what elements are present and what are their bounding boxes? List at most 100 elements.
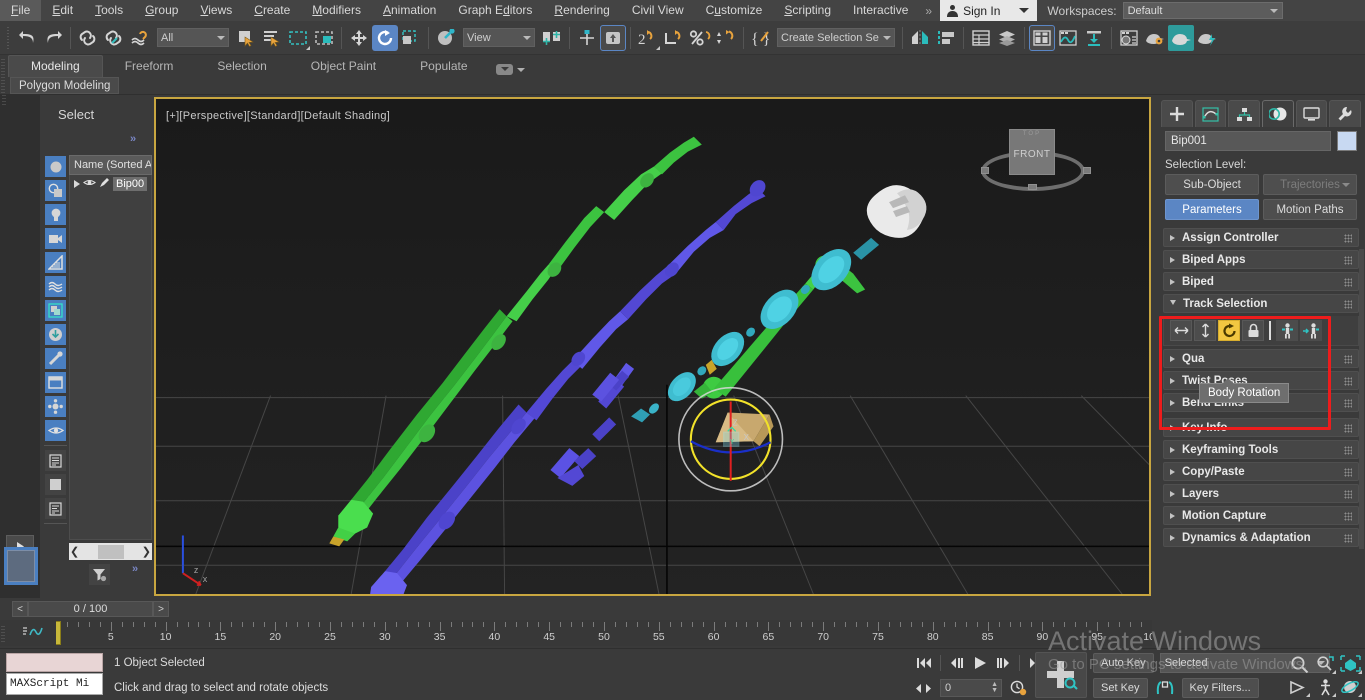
menu-overflow-chevron[interactable]: » — [919, 4, 938, 18]
zoom-icon[interactable] — [1287, 653, 1311, 675]
particles-filter-icon[interactable] — [44, 395, 67, 418]
xrefs-filter-icon[interactable] — [44, 323, 67, 346]
select-and-move-icon[interactable] — [346, 25, 372, 51]
selection-filter-select[interactable]: All — [157, 28, 229, 47]
render-production-icon[interactable] — [1194, 25, 1220, 51]
viewport-label[interactable]: [+][Perspective][Standard][Default Shadi… — [166, 110, 390, 122]
schematic-view-icon[interactable] — [1081, 25, 1107, 51]
rollout-drag-handle[interactable] — [1344, 355, 1352, 364]
perspective-viewport[interactable]: Z X Y z x [+][Perspective][Standard][Def… — [154, 97, 1151, 596]
rollout-drag-handle[interactable] — [1344, 534, 1352, 543]
lock-com-keying-icon[interactable] — [1242, 320, 1264, 341]
render-setup-icon[interactable] — [1142, 25, 1168, 51]
menu-item-modifiers[interactable]: Modifiers — [301, 0, 372, 21]
visibility-filter-icon[interactable] — [44, 419, 67, 442]
rollout-drag-handle[interactable] — [1344, 234, 1352, 243]
align-icon[interactable] — [933, 25, 959, 51]
scroll-left-arrow-icon[interactable]: ❮ — [70, 545, 79, 558]
menu-item-edit[interactable]: Edit — [41, 0, 84, 21]
menu-item-scripting[interactable]: Scripting — [773, 0, 842, 21]
workspace-select[interactable]: Default — [1122, 2, 1283, 19]
set-key-button[interactable]: Set Key — [1093, 678, 1148, 698]
layer-explorer-icon[interactable] — [968, 25, 994, 51]
sign-in-button[interactable]: Sign In — [940, 0, 1038, 21]
snaps-toggle-icon[interactable] — [574, 25, 600, 51]
utilities-tab[interactable] — [1329, 100, 1362, 127]
pan-view-icon[interactable] — [1287, 676, 1311, 698]
select-by-name-icon[interactable] — [259, 25, 285, 51]
menu-item-civil-view[interactable]: Civil View — [621, 0, 695, 21]
zoom-all-icon[interactable] — [1313, 653, 1337, 675]
key-mode-toggle-icon[interactable] — [913, 678, 935, 698]
trajectories-dropdown[interactable]: Trajectories — [1263, 174, 1357, 195]
viewport-layout-swatch[interactable] — [4, 547, 38, 585]
select-and-manipulate-icon[interactable] — [433, 25, 459, 51]
containers-filter-icon[interactable] — [44, 371, 67, 394]
toolbar-grip[interactable] — [6, 24, 11, 51]
ribbon-tab-object-paint[interactable]: Object Paint — [289, 56, 398, 77]
select-object-icon[interactable] — [233, 25, 259, 51]
menu-item-customize[interactable]: Customize — [695, 0, 774, 21]
helpers-filter-icon[interactable] — [44, 251, 67, 274]
list-view-icon[interactable] — [44, 449, 67, 472]
percent-snap-angle-icon[interactable] — [661, 25, 687, 51]
rollout-track-selection[interactable]: Track Selection — [1163, 294, 1359, 313]
rollout-copy-paste[interactable]: Copy/Paste — [1163, 462, 1359, 481]
rollout-key-info[interactable]: Key Info — [1163, 418, 1359, 437]
menu-item-animation[interactable]: Animation — [372, 0, 447, 21]
rectangular-selection-region-icon[interactable] — [285, 25, 311, 51]
menu-item-group[interactable]: Group — [134, 0, 189, 21]
menu-item-file[interactable]: File — [0, 0, 42, 21]
menu-item-rendering[interactable]: Rendering — [543, 0, 620, 21]
ribbon-panel-polygon-modeling[interactable]: Polygon Modeling — [10, 77, 120, 94]
parameters-button[interactable]: Parameters — [1165, 199, 1259, 220]
rollout-drag-handle[interactable] — [1344, 468, 1352, 477]
reference-coordinate-select[interactable]: View — [463, 28, 535, 47]
scroll-right-arrow-icon[interactable]: ❯ — [142, 545, 151, 558]
rollout-drag-handle[interactable] — [1344, 377, 1352, 386]
filter-settings-icon[interactable] — [88, 563, 111, 586]
bones-filter-icon[interactable] — [44, 347, 67, 370]
rollout-biped-apps[interactable]: Biped Apps — [1163, 250, 1359, 269]
walkthrough-icon[interactable] — [1313, 676, 1337, 698]
ribbon-tab-selection[interactable]: Selection — [195, 56, 288, 77]
set-number-of-keys-icon[interactable] — [1154, 678, 1176, 698]
menu-item-create[interactable]: Create — [243, 0, 301, 21]
go-to-start-icon[interactable] — [913, 653, 935, 673]
zoom-extents-icon[interactable] — [1339, 653, 1363, 675]
redo-icon[interactable] — [40, 25, 66, 51]
play-animation-icon[interactable] — [969, 653, 991, 673]
rollout-keyframing-tools[interactable]: Keyframing Tools — [1163, 440, 1359, 459]
mirror-icon[interactable] — [907, 25, 933, 51]
maxscript-output-bar[interactable] — [6, 653, 103, 672]
body-vertical-icon[interactable] — [1194, 320, 1216, 341]
freeze-pencil-icon[interactable] — [99, 177, 110, 191]
bind-to-space-warp-icon[interactable] — [127, 25, 153, 51]
space-warps-filter-icon[interactable] — [44, 275, 67, 298]
track-bar[interactable]: 5 10 15 20 25 30 35 40 45 50 55 60 65 70 75 80 85 90 95 100 — [0, 620, 1152, 646]
scrollbar-thumb[interactable] — [97, 544, 124, 559]
rollout-assign-controller[interactable]: Assign Controller — [1163, 228, 1359, 247]
material-editor-icon[interactable] — [1116, 25, 1142, 51]
body-horizontal-icon[interactable] — [1170, 320, 1192, 341]
curve-editor-icon[interactable] — [1055, 25, 1081, 51]
current-frame-display[interactable]: 0 / 100 — [28, 601, 153, 617]
crossing-selection-icon[interactable] — [311, 25, 337, 51]
view-cube-west-nub[interactable] — [981, 167, 989, 174]
snap-toggle-active-icon[interactable] — [600, 24, 626, 51]
detail-view-icon[interactable] — [44, 497, 67, 520]
scene-explorer-icon[interactable] — [994, 25, 1020, 51]
modify-tab[interactable] — [1194, 100, 1227, 127]
scene-explorer-hscrollbar[interactable]: ❮ ❯ — [69, 543, 152, 560]
rollout-layers[interactable]: Layers — [1163, 484, 1359, 503]
rollout-drag-handle[interactable] — [1344, 256, 1352, 265]
display-tab[interactable] — [1295, 100, 1328, 127]
percent-snap-icon[interactable] — [687, 25, 713, 51]
rollout-drag-handle[interactable] — [1344, 490, 1352, 499]
ribbon-options-dropdown[interactable] — [490, 62, 531, 77]
view-cube[interactable]: TOP FRONT — [981, 129, 1091, 191]
ribbon-tab-freeform[interactable]: Freeform — [103, 56, 196, 77]
curve-editor-toggle-icon[interactable] — [22, 624, 46, 640]
panel-grip[interactable] — [2, 95, 6, 105]
scene-explorer-column-header[interactable]: Name (Sorted A — [69, 155, 152, 175]
